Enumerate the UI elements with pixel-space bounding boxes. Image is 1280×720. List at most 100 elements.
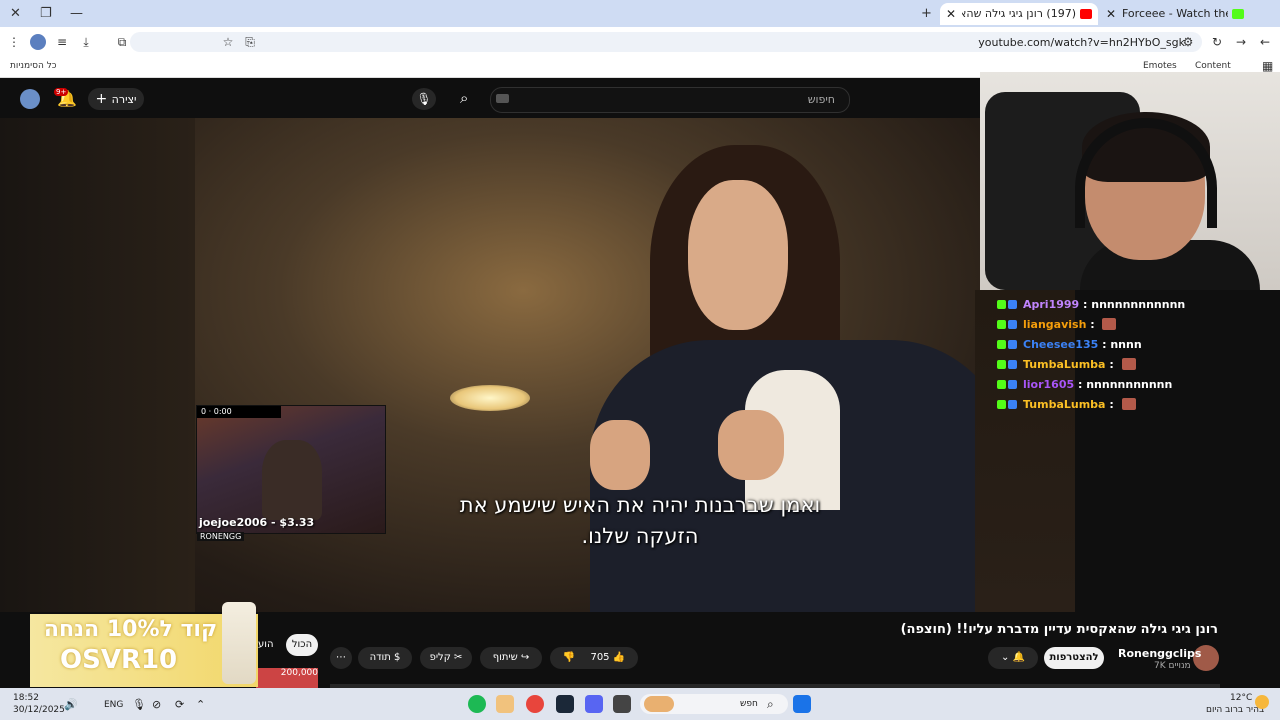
scissors-icon: ✂	[454, 652, 463, 663]
chevron-down-icon: ⌄	[1000, 652, 1010, 663]
minimize-window-icon[interactable]: —	[70, 6, 83, 21]
tab-youtube[interactable]: ✕ (197) רונן גיגי גילה שהאקסית עדיין מדב…	[940, 3, 1098, 25]
clock-time[interactable]: 18:52	[13, 693, 39, 703]
kick-badge-icon	[997, 359, 1006, 369]
emote-icon	[1121, 358, 1136, 370]
chip-from-channel[interactable]: הוע	[258, 639, 274, 650]
clock-date[interactable]: 30/12/2025	[13, 705, 65, 715]
stream-time: 0:00	[213, 407, 232, 416]
volume-icon[interactable]: 🔊	[64, 698, 78, 711]
channel-name[interactable]: Ronenggclips	[1118, 647, 1201, 660]
chat-message: TumbaLumba :	[997, 354, 1277, 374]
extensions-icon[interactable]: ⧉	[114, 34, 130, 50]
bookmark-content[interactable]: Content	[1195, 61, 1231, 71]
chip-all[interactable]: הכול	[286, 634, 318, 656]
taskbar-search-label: חפש	[740, 699, 758, 709]
like-dislike-button[interactable]: 👎 705 👍	[550, 647, 638, 669]
apps-grid-icon[interactable]: ▦	[1262, 59, 1273, 73]
discord-icon[interactable]	[585, 695, 603, 713]
search-icon[interactable]: ⌕	[460, 89, 468, 107]
chevron-up-icon[interactable]: ⌃	[196, 698, 205, 711]
share-button[interactable]: שיתוף ↪	[480, 647, 542, 669]
forward-icon[interactable]: →	[1233, 34, 1249, 50]
chat-separator: :	[1086, 317, 1099, 331]
clip-button[interactable]: קליפ ✂	[420, 647, 472, 669]
webcam-person	[262, 440, 322, 520]
bookmark-emotes[interactable]: Emotes	[1143, 61, 1177, 71]
close-window-icon[interactable]: ✕	[10, 6, 21, 21]
search-input[interactable]	[490, 87, 850, 113]
chrome-icon[interactable]	[526, 695, 544, 713]
restore-window-icon[interactable]: ❐	[40, 6, 52, 21]
chat-separator: :	[1105, 357, 1118, 371]
tab-title: (197) רונן גיגי גילה שהאקסית עדיין מדברת…	[962, 7, 1076, 20]
bookmark-star-icon[interactable]: ☆	[220, 34, 236, 50]
perfume-bottle	[222, 602, 256, 684]
queue-icon[interactable]: ≡	[54, 34, 70, 50]
app-icon[interactable]	[496, 695, 514, 713]
cast-icon[interactable]: ⎘	[242, 34, 258, 50]
share-icon: ↪	[520, 652, 530, 663]
back-icon[interactable]: ←	[1257, 34, 1273, 50]
all-bookmarks[interactable]: כל הסימניות	[10, 61, 57, 71]
steam-icon[interactable]	[556, 695, 574, 713]
chat-message: Apri1999 : nnnnnnnnnnnn	[997, 294, 1277, 314]
sub-badge-icon	[1008, 319, 1017, 329]
chat-message: lior1605 : nnnnnnnnnnn	[997, 374, 1277, 394]
sync-icon[interactable]: ⟳	[175, 698, 184, 711]
person-face	[688, 180, 788, 330]
weather-desc: בהיר ברוב היום	[1206, 705, 1265, 715]
youtube-icon	[1080, 9, 1092, 19]
windows-start-icon[interactable]	[793, 695, 811, 713]
download-icon[interactable]: ⤓	[78, 34, 94, 50]
search-icon: ⌕	[767, 697, 774, 711]
subscribe-button[interactable]: להצטרפות	[1044, 647, 1104, 669]
microphone-icon[interactable]: 🎙	[412, 88, 436, 110]
sub-badge-icon	[1008, 299, 1017, 309]
profile-icon[interactable]	[30, 34, 46, 50]
thanks-button[interactable]: תודה $	[358, 647, 412, 669]
terminal-icon[interactable]	[613, 695, 631, 713]
site-settings-icon[interactable]: ⚙	[1180, 34, 1196, 50]
sub-badge-icon	[1008, 339, 1017, 349]
create-button[interactable]: + יצירה	[88, 88, 144, 110]
chat-text: nnnnnnnnnnn	[1086, 377, 1173, 391]
chat-text: nnnnnnnnnnnn	[1091, 297, 1186, 311]
avatar[interactable]	[20, 89, 40, 109]
like-icon: 👍	[612, 652, 626, 663]
clip-label: קליפ	[429, 652, 451, 663]
new-tab-button[interactable]: +	[921, 6, 932, 21]
video-subtitle: ואמן שברבנות יהיה את האיש שישמע את הזעקה…	[459, 493, 821, 548]
sub-badge-icon	[1008, 379, 1017, 389]
chat-separator: :	[1098, 337, 1111, 351]
url-text[interactable]: youtube.com/watch?v=hn2HYbO_sgk	[978, 36, 1185, 49]
donation-label: joejoe2006 - $3.33	[199, 516, 315, 529]
weather-temp[interactable]: 12°C	[1230, 693, 1252, 703]
close-tab-icon[interactable]: ✕	[1106, 3, 1116, 25]
promo-line1: קוד ל10% הנחה	[43, 617, 218, 642]
language-indicator[interactable]: ENG	[104, 700, 123, 710]
more-actions-button[interactable]: ⋯	[330, 647, 352, 669]
notification-bell-button[interactable]: ⌄ 🔔	[988, 647, 1038, 669]
emote-icon	[1102, 318, 1117, 330]
plus-icon: +	[95, 91, 112, 107]
chat-message: liangavish :	[997, 314, 1277, 334]
bell-icon: 🔔	[1012, 652, 1026, 663]
channel-subs: 7K מנויים	[1154, 661, 1191, 671]
reload-icon[interactable]: ↻	[1209, 34, 1225, 50]
menu-icon[interactable]: ⋮	[6, 34, 22, 50]
network-icon[interactable]: ⊘	[152, 698, 161, 711]
kick-icon	[1232, 9, 1244, 19]
chat-text: nnnn	[1110, 337, 1142, 351]
tab-title: Forceee - Watch the VOD on Kick	[1122, 7, 1228, 20]
sun-icon	[1255, 695, 1269, 709]
chat-username: TumbaLumba	[1023, 357, 1106, 371]
emote-icon	[1121, 398, 1136, 410]
keyboard-icon[interactable]	[496, 94, 509, 103]
close-tab-icon[interactable]: ✕	[946, 3, 956, 25]
related-thumbnail[interactable]: 200,000	[256, 668, 318, 688]
spotify-icon[interactable]	[468, 695, 486, 713]
mic-icon[interactable]: 🎙	[132, 698, 146, 711]
chat-username: Apri1999	[1023, 297, 1080, 311]
tab-kick[interactable]: ✕ Forceee - Watch the VOD on Kick	[1100, 3, 1250, 25]
